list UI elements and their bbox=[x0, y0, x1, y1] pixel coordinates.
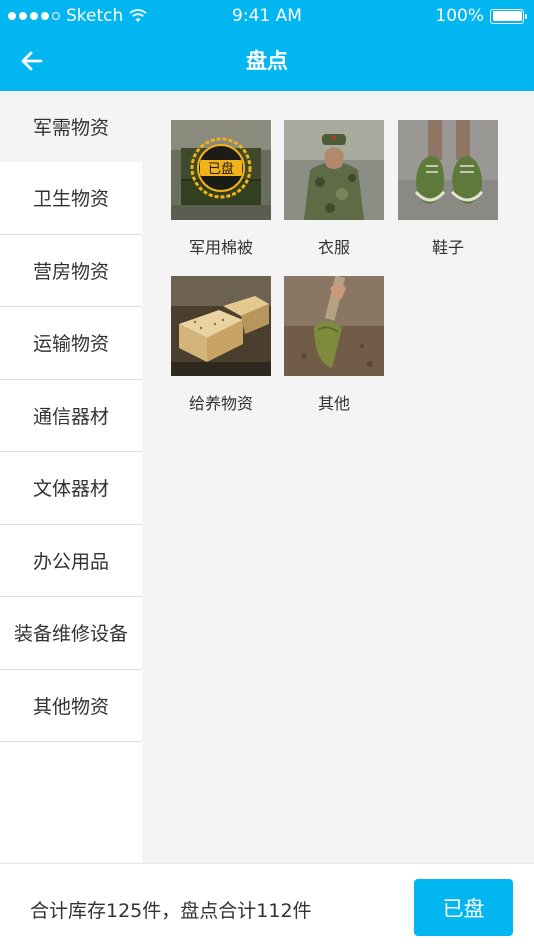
sidebar-item-sports-equipment[interactable]: 文体器材 bbox=[0, 452, 142, 525]
sidebar-item-label: 营房物资 bbox=[32, 260, 109, 283]
sidebar-item-label: 通信器材 bbox=[32, 405, 109, 428]
bottom-bar: 合计库存125件，盘点合计112件 已盘 bbox=[0, 863, 534, 950]
category-sidebar: 军需物资 卫生物资 营房物资 运输物资 通信器材 文体器材 办公用品 装备维修设… bbox=[0, 91, 142, 862]
sidebar-item-label: 办公用品 bbox=[32, 550, 109, 573]
sidebar-item-barracks-supplies[interactable]: 营房物资 bbox=[0, 234, 142, 307]
clothes-image bbox=[284, 120, 384, 220]
grid-item-label: 给养物资 bbox=[188, 394, 253, 413]
sidebar-item-label: 其他物资 bbox=[32, 695, 109, 718]
sidebar-item-military-supplies[interactable]: 军需物资 bbox=[0, 91, 142, 162]
inventoried-badge-icon: 已盘 bbox=[190, 137, 252, 199]
grid-item-label: 其他 bbox=[317, 394, 350, 413]
sidebar-item-label: 装备维修设备 bbox=[13, 623, 128, 646]
grid-item-rations[interactable]: 给养物资 bbox=[171, 276, 271, 414]
sidebar-item-medical-supplies[interactable]: 卫生物资 bbox=[0, 162, 142, 235]
page-title: 盘点 bbox=[246, 49, 288, 73]
sidebar-item-label: 文体器材 bbox=[32, 478, 109, 501]
inventory-summary: 合计库存125件，盘点合计112件 bbox=[30, 900, 312, 922]
battery-icon bbox=[490, 8, 527, 24]
nav-bar: 盘点 bbox=[0, 32, 534, 91]
quilt-image: 已盘 bbox=[171, 120, 271, 220]
status-bar: Sketch 9:41 AM 100% bbox=[0, 0, 534, 32]
grid-item-quilt[interactable]: 已盘 军用棉被 bbox=[171, 120, 271, 258]
shoes-image bbox=[398, 120, 498, 220]
rations-image bbox=[171, 276, 271, 376]
sidebar-item-other-supplies[interactable]: 其他物资 bbox=[0, 669, 142, 742]
sidebar-item-label: 军需物资 bbox=[32, 117, 109, 139]
grid-item-clothes[interactable]: 衣服 bbox=[284, 120, 384, 258]
item-grid: 已盘 军用棉被 衣服 鞋子 给养物资 其他 bbox=[142, 91, 534, 862]
grid-item-shoes[interactable]: 鞋子 bbox=[398, 120, 498, 258]
grid-item-label: 衣服 bbox=[317, 238, 350, 257]
sidebar-item-office-supplies[interactable]: 办公用品 bbox=[0, 524, 142, 597]
sidebar-item-label: 卫生物资 bbox=[32, 188, 109, 211]
grid-item-label: 鞋子 bbox=[431, 238, 464, 257]
sidebar-item-transport-supplies[interactable]: 运输物资 bbox=[0, 307, 142, 380]
sidebar-item-communication-equipment[interactable]: 通信器材 bbox=[0, 379, 142, 452]
inventoried-button[interactable]: 已盘 bbox=[414, 879, 513, 936]
grid-item-other[interactable]: 其他 bbox=[284, 276, 384, 414]
battery-group: 100% bbox=[435, 6, 527, 26]
sidebar-item-maintenance-equipment[interactable]: 装备维修设备 bbox=[0, 597, 142, 670]
grid-item-label: 军用棉被 bbox=[188, 238, 253, 257]
sidebar-item-label: 运输物资 bbox=[32, 333, 109, 356]
svg-text:已盘: 已盘 bbox=[208, 161, 234, 177]
battery-percent: 100% bbox=[435, 6, 484, 26]
shovel-image bbox=[284, 276, 384, 376]
